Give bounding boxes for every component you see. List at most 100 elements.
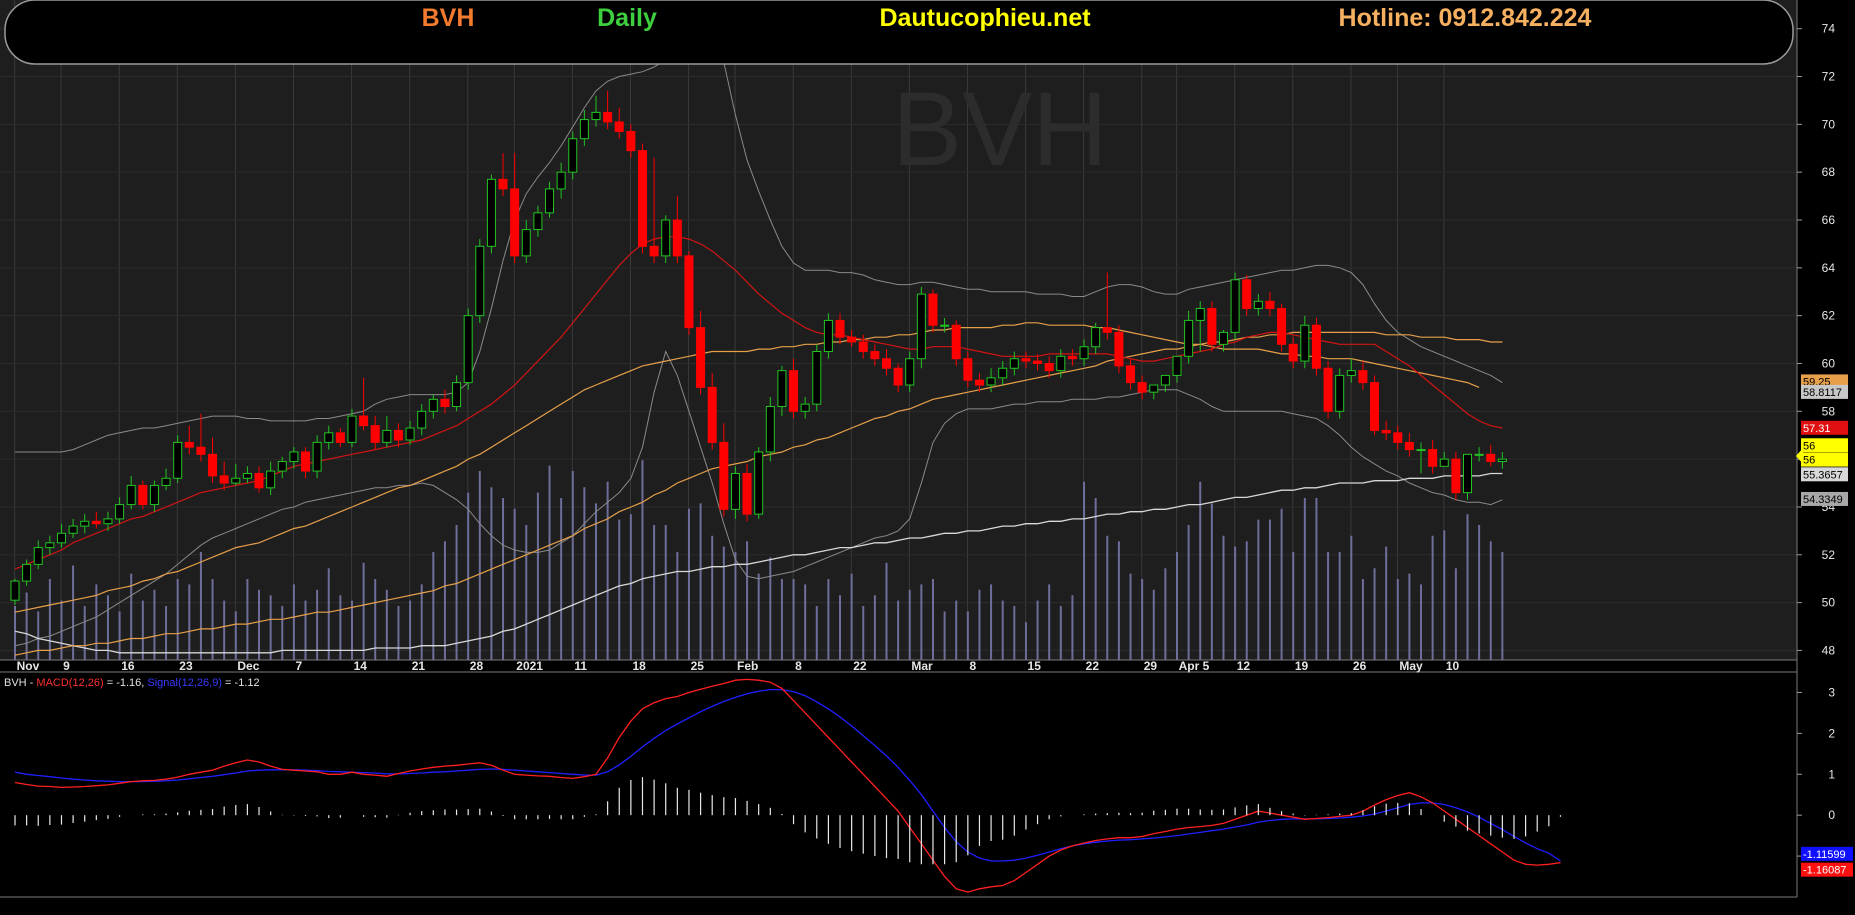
- x-tick-label: 14: [354, 659, 368, 673]
- candle-body: [417, 410, 427, 429]
- x-tick-label: 19: [1295, 659, 1309, 673]
- x-tick-label: Feb: [737, 659, 758, 673]
- y-tick-label: 62: [1822, 309, 1836, 323]
- candle-body: [231, 477, 241, 484]
- macd-value-text: -1.11599: [1803, 849, 1846, 861]
- candle-body: [1114, 331, 1124, 367]
- candle-body: [545, 188, 555, 214]
- candle-body: [1358, 370, 1368, 384]
- candle-body: [707, 386, 717, 443]
- candle-body: [382, 429, 392, 443]
- candle-body: [289, 451, 299, 463]
- candle-body: [138, 484, 148, 506]
- header-symbol: BVH: [422, 4, 475, 32]
- candle-body: [916, 293, 926, 360]
- candle-body: [1009, 358, 1019, 369]
- x-tick-label: 18: [632, 659, 646, 673]
- candle-body: [1079, 346, 1089, 360]
- candle-body: [684, 255, 694, 329]
- candle-body: [998, 367, 1008, 379]
- candle-body: [1021, 358, 1031, 362]
- candle-body: [463, 315, 473, 384]
- candle-body: [1195, 307, 1205, 321]
- x-tick-label: 22: [853, 659, 867, 673]
- candle-body: [1311, 324, 1321, 369]
- candle-body: [126, 484, 136, 506]
- candle-body: [1288, 343, 1298, 362]
- candle-body: [440, 398, 450, 408]
- x-tick-label: 10: [1446, 659, 1460, 673]
- candle-body: [1439, 458, 1449, 467]
- x-tick-label: 12: [1237, 659, 1251, 673]
- candle-body: [10, 580, 20, 601]
- candle-body: [742, 472, 752, 515]
- macd-legend-prefix: BVH -: [4, 677, 36, 689]
- candle-body: [266, 470, 276, 489]
- y-tick-label: 60: [1822, 356, 1836, 370]
- candle-body: [1277, 307, 1287, 345]
- candle-body: [1102, 327, 1112, 333]
- y-tick-label: 74: [1822, 22, 1836, 36]
- macd-tick-label: 0: [1828, 808, 1835, 822]
- candle-body: [149, 484, 159, 506]
- candle-body: [370, 425, 380, 443]
- y-tick-label: 50: [1822, 596, 1836, 610]
- candle-body: [661, 219, 671, 257]
- candle-body: [1404, 441, 1414, 451]
- candle-body: [1067, 355, 1077, 360]
- candle-body: [1230, 279, 1240, 333]
- candle-body: [882, 358, 891, 369]
- x-tick-label: 25: [691, 659, 705, 673]
- x-tick-label: 16: [121, 659, 135, 673]
- candle-body: [405, 427, 415, 441]
- x-tick-label: Apr 5: [1179, 659, 1210, 673]
- candle-body: [393, 429, 403, 441]
- candle-body: [1463, 453, 1472, 494]
- candle-body: [1451, 458, 1461, 494]
- candle-body: [1242, 279, 1252, 309]
- x-tick-label: 9: [63, 659, 70, 673]
- candle-body: [1091, 327, 1101, 348]
- candle-body: [510, 188, 520, 257]
- x-tick-label: 22: [1086, 659, 1100, 673]
- candle-body: [800, 403, 810, 412]
- x-tick-label: 8: [795, 659, 802, 673]
- macd-tick-label: 2: [1828, 726, 1835, 740]
- price-label-text: 55.3657: [1803, 469, 1843, 481]
- candle-body: [475, 245, 485, 317]
- candle-body: [1184, 319, 1194, 357]
- candle-body: [835, 319, 845, 338]
- candle-body: [637, 150, 647, 247]
- candle-body: [1381, 429, 1391, 434]
- candle-body: [312, 441, 322, 472]
- candle-body: [1428, 449, 1438, 467]
- y-tick-label: 72: [1822, 70, 1836, 84]
- candle-body: [301, 451, 310, 472]
- x-tick-label: 8: [969, 659, 976, 673]
- candle-body: [1056, 355, 1066, 372]
- candle-body: [521, 229, 531, 257]
- chart-canvas: BVH BVH Daily Dautucophieu.net Hotline: …: [0, 0, 1855, 910]
- candle-body: [1416, 449, 1426, 452]
- x-tick-label: 21: [412, 659, 426, 673]
- candle-body: [858, 341, 868, 353]
- candle-body: [1126, 365, 1136, 384]
- candle-body: [672, 219, 682, 257]
- candle-body: [324, 432, 334, 443]
- candle-body: [161, 477, 171, 486]
- macd-legend-macd-value: = -1.16,: [104, 677, 148, 689]
- candle-body: [498, 178, 508, 190]
- x-tick-label: Nov: [17, 659, 40, 673]
- candle-body: [1033, 360, 1043, 364]
- x-tick-label: 11: [574, 659, 587, 673]
- macd-legend-signal: Signal(12,26,9): [147, 677, 222, 689]
- y-tick-label: 68: [1822, 165, 1836, 179]
- candle-body: [1323, 367, 1333, 412]
- candle-body: [568, 138, 578, 173]
- x-tick-label: Mar: [911, 659, 933, 673]
- candle-body: [184, 441, 194, 448]
- candle-body: [1486, 453, 1496, 463]
- candle-body: [556, 171, 566, 190]
- y-tick-label: 66: [1822, 213, 1836, 227]
- candle-body: [1207, 307, 1217, 345]
